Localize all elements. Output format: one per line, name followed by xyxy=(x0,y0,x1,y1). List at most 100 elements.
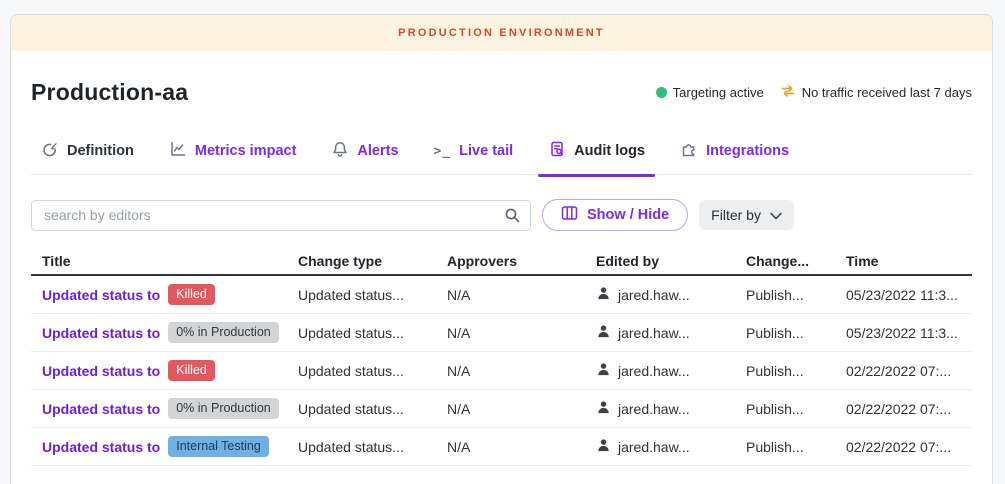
approvers-cell: N/A xyxy=(436,439,585,455)
tab-audit-logs[interactable]: Audit logs xyxy=(548,141,645,161)
editor-name: jared.haw... xyxy=(618,287,690,303)
title-cell: Updated status to Killed xyxy=(31,284,287,305)
swap-arrows-icon xyxy=(780,84,796,101)
traffic-status-label: No traffic received last 7 days xyxy=(802,85,972,100)
change-type-cell: Updated status... xyxy=(287,287,436,303)
puzzle-icon xyxy=(680,140,698,162)
time-cell: 02/22/2022 07:... xyxy=(835,363,972,379)
title-row: Production-aa Targeting active No traffi… xyxy=(31,77,972,107)
approvers-cell: N/A xyxy=(436,325,585,341)
status-badge: Internal Testing xyxy=(168,436,269,457)
column-header-change-type: Change type xyxy=(287,253,436,269)
editor-name: jared.haw... xyxy=(618,439,690,455)
targeting-status-label: Targeting active xyxy=(673,85,764,100)
table-row: Updated status to Killed Updated status.… xyxy=(31,352,972,390)
audit-entry-link[interactable]: Updated status to xyxy=(42,439,160,455)
audit-log-table: Title Change type Approvers Edited by Ch… xyxy=(31,247,972,466)
column-header-time: Time xyxy=(835,253,972,269)
document-search-icon xyxy=(548,140,566,162)
approvers-cell: N/A xyxy=(436,401,585,417)
time-cell: 02/22/2022 07:... xyxy=(835,439,972,455)
search-editors xyxy=(31,200,531,231)
column-header-change: Change... xyxy=(735,253,835,269)
change-cell: Publish... xyxy=(735,401,835,417)
person-icon xyxy=(596,362,611,380)
audit-entry-link[interactable]: Updated status to xyxy=(42,325,160,341)
change-cell: Publish... xyxy=(735,363,835,379)
time-cell: 02/22/2022 07:... xyxy=(835,401,972,417)
status-group: Targeting active No traffic received las… xyxy=(656,84,972,101)
change-type-cell: Updated status... xyxy=(287,363,436,379)
audit-entry-link[interactable]: Updated status to xyxy=(42,363,160,379)
change-cell: Publish... xyxy=(735,439,835,455)
change-type-cell: Updated status... xyxy=(287,439,436,455)
tab-label: Metrics impact xyxy=(195,143,297,159)
editor-name: jared.haw... xyxy=(618,401,690,417)
tab-definition[interactable]: Definition xyxy=(41,141,134,161)
tab-bar: Definition Metrics impact xyxy=(31,141,972,175)
column-header-edited-by: Edited by xyxy=(585,253,735,269)
tab-label: Live tail xyxy=(459,143,513,159)
status-badge: Killed xyxy=(168,284,215,305)
chevron-down-icon xyxy=(770,207,782,223)
change-cell: Publish... xyxy=(735,287,835,303)
tab-integrations[interactable]: Integrations xyxy=(680,141,789,161)
editor-name: jared.haw... xyxy=(618,363,690,379)
edited-by-cell: jared.haw... xyxy=(585,438,735,456)
status-badge: 0% in Production xyxy=(168,322,279,343)
environment-banner: PRODUCTION ENVIRONMENT xyxy=(11,15,992,51)
edited-by-cell: jared.haw... xyxy=(585,362,735,380)
edited-by-cell: jared.haw... xyxy=(585,286,735,304)
change-type-cell: Updated status... xyxy=(287,401,436,417)
time-cell: 05/23/2022 11:3... xyxy=(835,287,972,303)
table-row: Updated status to 0% in Production Updat… xyxy=(31,390,972,428)
targeting-status: Targeting active xyxy=(656,85,764,100)
title-cell: Updated status to Killed xyxy=(31,360,287,381)
edited-by-cell: jared.haw... xyxy=(585,324,735,342)
title-cell: Updated status to 0% in Production xyxy=(31,322,287,343)
tab-label: Alerts xyxy=(357,143,398,159)
search-icon xyxy=(504,207,521,229)
terminal-icon: >_ xyxy=(434,144,452,159)
filter-by-label: Filter by xyxy=(711,207,761,223)
approvers-cell: N/A xyxy=(436,363,585,379)
person-icon xyxy=(596,286,611,304)
show-hide-button[interactable]: Show / Hide xyxy=(542,199,688,231)
tab-label: Definition xyxy=(67,143,134,159)
environment-banner-label: PRODUCTION ENVIRONMENT xyxy=(398,27,605,39)
columns-icon xyxy=(561,205,578,225)
bell-icon xyxy=(331,140,349,162)
editor-name: jared.haw... xyxy=(618,325,690,341)
line-chart-icon xyxy=(169,140,187,162)
status-badge: Killed xyxy=(168,360,215,381)
time-cell: 05/23/2022 11:3... xyxy=(835,325,972,341)
audit-entry-link[interactable]: Updated status to xyxy=(42,287,160,303)
tab-live-tail[interactable]: >_ Live tail xyxy=(434,141,514,161)
status-badge: 0% in Production xyxy=(168,398,279,419)
filter-by-button[interactable]: Filter by xyxy=(699,200,794,230)
title-cell: Updated status to Internal Testing xyxy=(31,436,287,457)
table-row: Updated status to 0% in Production Updat… xyxy=(31,314,972,352)
tab-metrics-impact[interactable]: Metrics impact xyxy=(169,141,297,161)
edit-circle-icon xyxy=(41,140,59,162)
person-icon xyxy=(596,324,611,342)
show-hide-label: Show / Hide xyxy=(587,207,669,223)
targeting-active-dot-icon xyxy=(656,87,667,98)
column-header-title: Title xyxy=(31,253,287,269)
flag-detail-card: PRODUCTION ENVIRONMENT Production-aa Tar… xyxy=(10,14,993,484)
title-cell: Updated status to 0% in Production xyxy=(31,398,287,419)
table-body: Updated status to Killed Updated status.… xyxy=(31,276,972,466)
edited-by-cell: jared.haw... xyxy=(585,400,735,418)
tab-alerts[interactable]: Alerts xyxy=(331,141,398,161)
table-row: Updated status to Internal Testing Updat… xyxy=(31,428,972,466)
approvers-cell: N/A xyxy=(436,287,585,303)
audit-entry-link[interactable]: Updated status to xyxy=(42,401,160,417)
toolbar: Show / Hide Filter by xyxy=(31,199,972,231)
search-input[interactable] xyxy=(31,200,531,231)
person-icon xyxy=(596,438,611,456)
person-icon xyxy=(596,400,611,418)
traffic-status: No traffic received last 7 days xyxy=(780,84,972,101)
table-row: Updated status to Killed Updated status.… xyxy=(31,276,972,314)
change-cell: Publish... xyxy=(735,325,835,341)
column-header-approvers: Approvers xyxy=(436,253,585,269)
